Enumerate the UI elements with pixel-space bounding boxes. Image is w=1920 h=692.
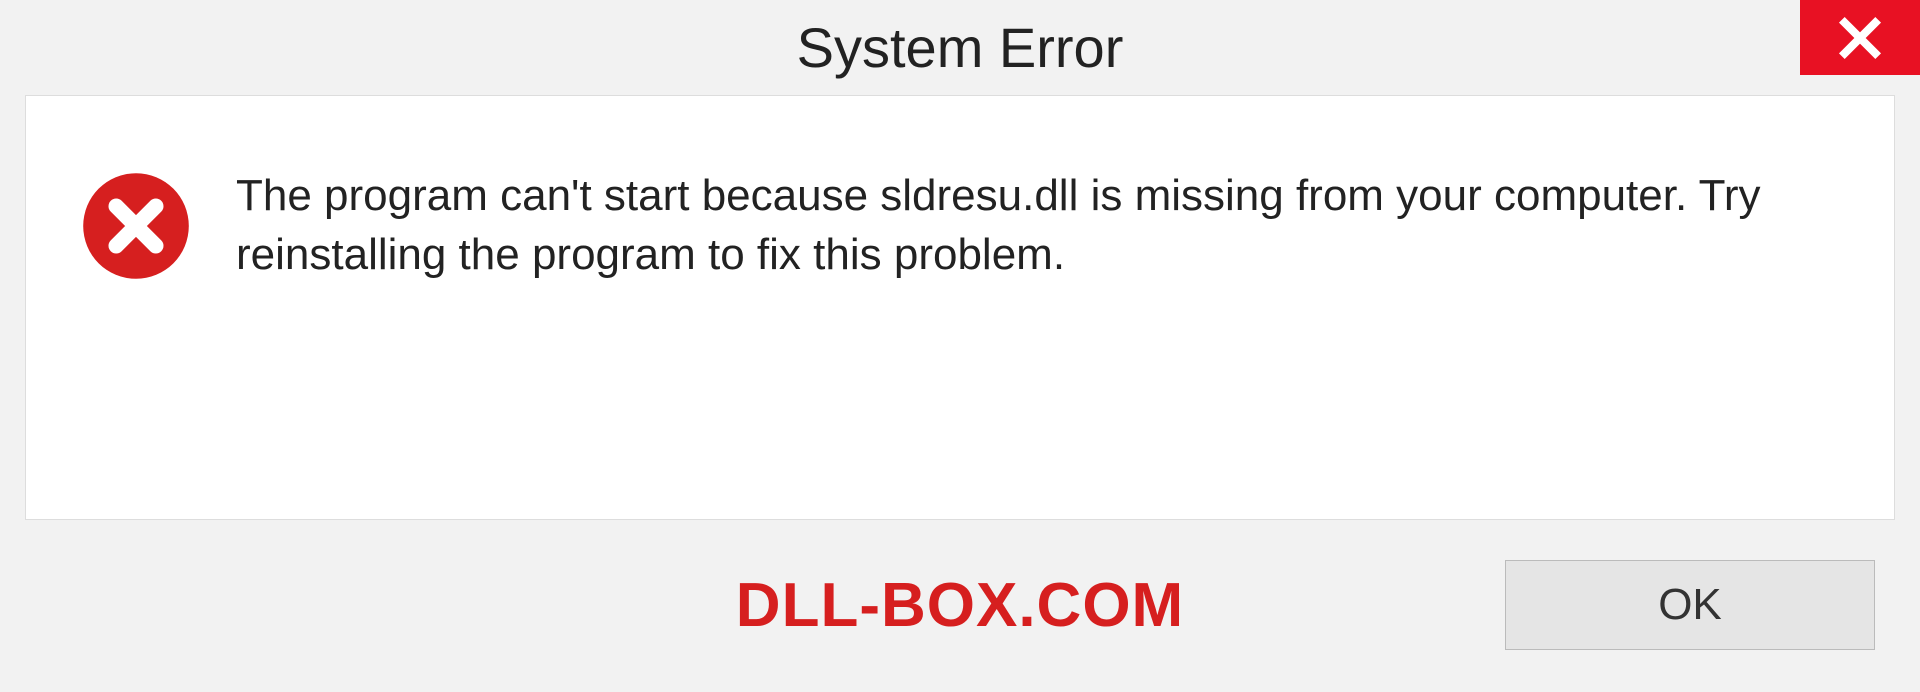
ok-button[interactable]: OK (1505, 560, 1875, 650)
close-icon (1837, 15, 1883, 61)
watermark-text: DLL-BOX.COM (736, 570, 1184, 641)
dialog-body: The program can't start because sldresu.… (25, 95, 1895, 520)
error-message: The program can't start because sldresu.… (236, 166, 1786, 285)
ok-button-label: OK (1658, 580, 1722, 630)
system-error-dialog: System Error The program can't start bec… (0, 0, 1920, 692)
titlebar: System Error (0, 0, 1920, 95)
dialog-title: System Error (797, 15, 1124, 80)
dialog-footer: DLL-BOX.COM OK (0, 520, 1920, 690)
error-icon (81, 171, 191, 286)
close-button[interactable] (1800, 0, 1920, 75)
